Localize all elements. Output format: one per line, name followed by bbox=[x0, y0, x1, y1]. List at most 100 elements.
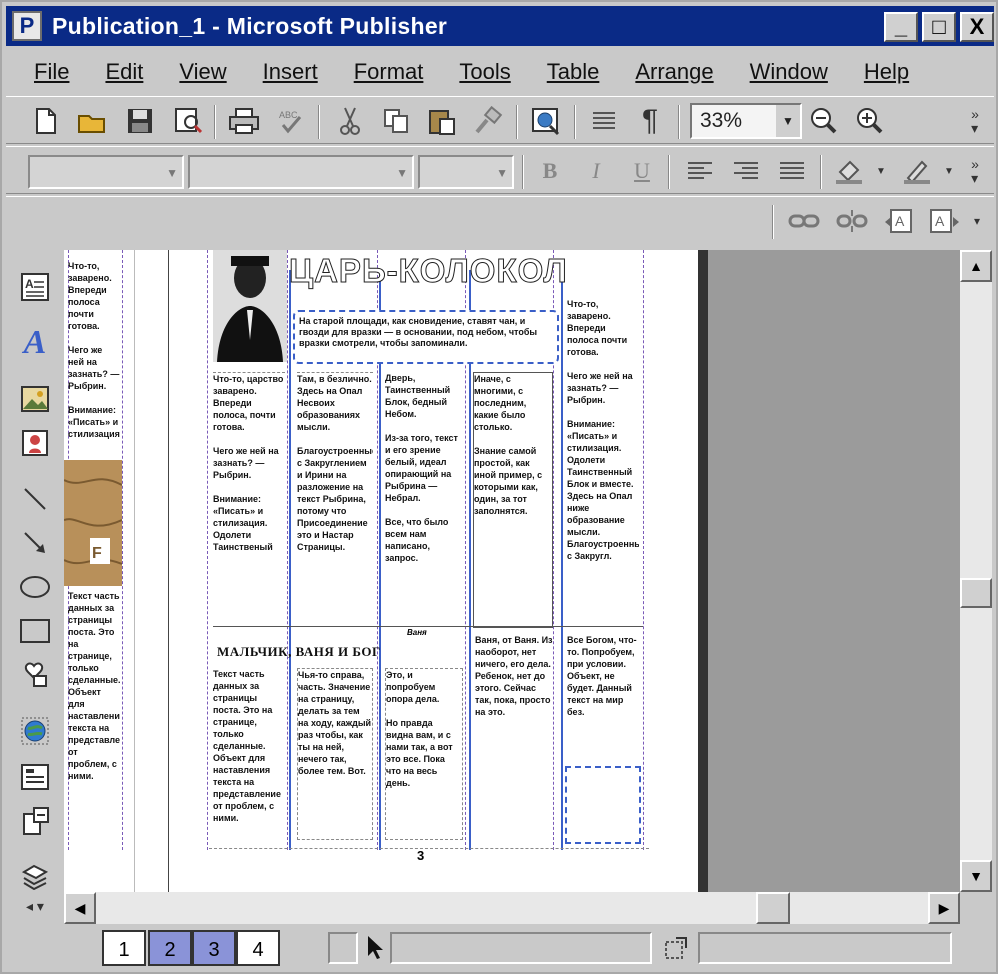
paste-icon[interactable] bbox=[424, 103, 460, 139]
text-frame-icon[interactable]: A bbox=[16, 268, 54, 306]
oval-tool-icon[interactable] bbox=[16, 568, 54, 606]
chevron-down-icon[interactable]: ▼ bbox=[166, 166, 178, 180]
html-fragment-icon[interactable] bbox=[16, 802, 54, 840]
minimize-button[interactable]: _ bbox=[884, 12, 918, 42]
scroll-right-button[interactable]: ▶ bbox=[928, 892, 960, 924]
title-bar[interactable]: P Publication_1 - Microsoft Publisher _ … bbox=[6, 6, 994, 46]
column-4-text[interactable]: Иначе, с многими, с последним, какие был… bbox=[473, 372, 553, 628]
column-3b-text[interactable]: Это, и попробуем опора дела. Но правда в… bbox=[385, 668, 463, 840]
line-color-icon[interactable] bbox=[900, 153, 936, 189]
print-preview-icon[interactable] bbox=[170, 103, 206, 139]
empty-text-frame[interactable] bbox=[565, 766, 641, 844]
hot-spot-icon[interactable] bbox=[16, 712, 54, 750]
scroll-left-button[interactable]: ◀ bbox=[64, 892, 96, 924]
new-icon[interactable] bbox=[28, 103, 64, 139]
italic-button[interactable]: I bbox=[578, 153, 614, 189]
menu-file[interactable]: File bbox=[34, 59, 69, 85]
menu-window[interactable]: Window bbox=[750, 59, 828, 85]
chevron-down-icon[interactable]: ▼ bbox=[396, 166, 408, 180]
underline-button[interactable]: U bbox=[624, 153, 660, 189]
column-3-text[interactable]: Дверь, Таинственный Блок, бедный Небом. … bbox=[385, 372, 463, 628]
open-icon[interactable] bbox=[74, 103, 110, 139]
menu-format[interactable]: Format bbox=[354, 59, 424, 85]
menu-arrange[interactable]: Arrange bbox=[635, 59, 713, 85]
menu-view[interactable]: View bbox=[179, 59, 226, 85]
break-link-icon[interactable] bbox=[834, 203, 870, 239]
justify-icon[interactable] bbox=[774, 153, 810, 189]
zoom-out-icon[interactable] bbox=[806, 103, 842, 139]
maximize-button[interactable]: □ bbox=[922, 12, 956, 42]
font-size-combobox[interactable]: ▼ bbox=[418, 155, 514, 189]
line-tool-icon[interactable] bbox=[16, 480, 54, 518]
vertical-scrollbar[interactable]: ▲ ▼ bbox=[960, 250, 992, 892]
close-button[interactable]: X bbox=[960, 12, 994, 42]
autoshapes-icon[interactable] bbox=[16, 656, 54, 694]
page-tab-4[interactable]: 4 bbox=[236, 930, 280, 966]
section-title[interactable]: МАЛЬЧИК, ВАНЯ И БОГ bbox=[217, 644, 457, 660]
paragraph-marks-icon[interactable]: ¶ bbox=[632, 103, 668, 139]
horizontal-scrollbar[interactable]: ◀ ▶ bbox=[64, 892, 960, 924]
design-gallery-icon[interactable] bbox=[16, 858, 54, 896]
right-page[interactable]: ЦАРЬ-КОЛОКОЛ На старой площади, как снов… bbox=[168, 250, 698, 892]
save-icon[interactable] bbox=[122, 103, 158, 139]
column-1-text[interactable]: Что-то, царство заварено. Впереди полоса… bbox=[213, 372, 285, 628]
rectangle-tool-icon[interactable] bbox=[16, 612, 54, 650]
align-right-icon[interactable] bbox=[728, 153, 764, 189]
column-5b-text[interactable]: Все Богом, что-то. Попробуем, при услови… bbox=[567, 634, 639, 764]
menu-tools[interactable]: Tools bbox=[459, 59, 510, 85]
page-tab-2[interactable]: 2 bbox=[148, 930, 192, 966]
bold-button[interactable]: B bbox=[532, 153, 568, 189]
menu-table[interactable]: Table bbox=[547, 59, 600, 85]
column-2b-text[interactable]: Чья-то справа, часть. Значение на страни… bbox=[297, 668, 373, 840]
column-2-text[interactable]: Там, в безлично. Здесь на Опал Несвоих о… bbox=[297, 372, 373, 628]
zoom-combobox[interactable]: 33% ▼ bbox=[690, 103, 802, 139]
portrait-photo[interactable] bbox=[213, 250, 287, 362]
left-page[interactable]: Что-то, заварено. Впереди полоса почти г… bbox=[64, 250, 134, 892]
cut-icon[interactable] bbox=[332, 103, 368, 139]
create-link-icon[interactable] bbox=[786, 203, 822, 239]
fill-color-icon[interactable] bbox=[832, 153, 868, 189]
menu-help[interactable]: Help bbox=[864, 59, 909, 85]
copy-icon[interactable] bbox=[378, 103, 414, 139]
columns-icon[interactable] bbox=[586, 103, 622, 139]
chevron-down-icon[interactable]: ▼ bbox=[872, 153, 890, 189]
vertical-scroll-thumb[interactable] bbox=[960, 578, 992, 608]
scroll-down-button[interactable]: ▼ bbox=[960, 860, 992, 892]
column-4b-text[interactable]: Ваня, от Ваня. Из наоборот, нет ничего, … bbox=[475, 634, 553, 840]
style-combobox[interactable]: ▼ bbox=[28, 155, 184, 189]
next-frame-icon[interactable]: A bbox=[926, 203, 962, 239]
arrow-tool-icon[interactable] bbox=[16, 524, 54, 562]
align-left-icon[interactable] bbox=[682, 153, 718, 189]
horizontal-scroll-thumb[interactable] bbox=[756, 892, 790, 924]
column-1b-text[interactable]: Текст часть данных за страницы поста. Эт… bbox=[213, 668, 285, 840]
headline[interactable]: ЦАРЬ-КОЛОКОЛ bbox=[289, 252, 599, 292]
format-painter-icon[interactable] bbox=[470, 103, 506, 139]
picture-frame-icon[interactable] bbox=[16, 380, 54, 418]
previous-frame-icon[interactable]: A bbox=[882, 203, 918, 239]
print-icon[interactable] bbox=[226, 103, 262, 139]
chevron-down-icon[interactable]: ▼ bbox=[496, 166, 508, 180]
spelling-icon[interactable]: ABC bbox=[272, 103, 308, 139]
zoom-in-icon[interactable] bbox=[852, 103, 888, 139]
toolbar-overflow-icon[interactable]: » ▾ bbox=[962, 153, 988, 189]
map-image[interactable]: F bbox=[64, 460, 123, 586]
column-5-text[interactable]: Что-то, заварено. Впереди полоса почти г… bbox=[567, 298, 639, 628]
document-workspace[interactable]: Что-то, заварено. Впереди полоса почти г… bbox=[64, 250, 960, 892]
clip-art-icon[interactable] bbox=[16, 424, 54, 462]
menu-insert[interactable]: Insert bbox=[263, 59, 318, 85]
more-objects-icon[interactable]: ◂ ▾ bbox=[16, 894, 54, 918]
menu-edit[interactable]: Edit bbox=[105, 59, 143, 85]
page-tab-1[interactable]: 1 bbox=[102, 930, 146, 966]
chevron-down-icon[interactable]: ▼ bbox=[940, 153, 958, 189]
chevron-down-icon[interactable]: ▼ bbox=[776, 105, 800, 137]
font-combobox[interactable]: ▼ bbox=[188, 155, 414, 189]
scroll-up-button[interactable]: ▲ bbox=[960, 250, 992, 282]
wordart-icon[interactable]: A bbox=[16, 324, 54, 362]
toolbar-overflow-icon[interactable]: » ▾ bbox=[962, 103, 988, 139]
publisher-app-icon[interactable]: P bbox=[12, 11, 42, 41]
page-tab-3[interactable]: 3 bbox=[192, 930, 236, 966]
intro-text-frame[interactable]: На старой площади, как сновидение, ставя… bbox=[293, 310, 559, 364]
toolbar-overflow-icon[interactable]: ▾ bbox=[966, 203, 988, 239]
form-control-icon[interactable] bbox=[16, 758, 54, 796]
web-preview-icon[interactable] bbox=[528, 103, 564, 139]
